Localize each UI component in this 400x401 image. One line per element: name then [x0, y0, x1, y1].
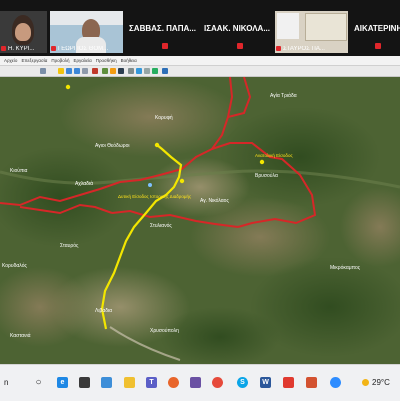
place-label: Χρυσούπολη — [150, 327, 179, 334]
place-label: Κιούπια — [10, 167, 28, 174]
place-label: Λιβάδια — [95, 307, 112, 314]
participant-tile[interactable]: Η. ΚΥΡΙ... — [0, 11, 47, 53]
muted-mic-icon — [375, 43, 381, 49]
muted-mic-icon — [236, 43, 243, 49]
participant-name: ΙΣΑΑΚ. ΝΙΚΟΛΑ... — [204, 23, 270, 33]
menu-item-edit[interactable]: Επεξεργασία — [21, 58, 47, 63]
route-marker[interactable] — [179, 178, 185, 184]
place-label: Βρυσούλα — [255, 172, 278, 179]
chrome-icon[interactable] — [212, 377, 223, 388]
participant-name: ΣΤΑΥΡΟΣ ΠΑ... — [283, 46, 325, 52]
acrobat-icon[interactable] — [283, 377, 294, 388]
participant-tile[interactable]: ΣΤΑΥΡΟΣ ΠΑ... — [275, 11, 348, 53]
menu-item-file[interactable]: Αρχείο — [4, 58, 17, 63]
menu-bar: Αρχείο Επεξεργασία Προβολή Εργαλεία Προσ… — [0, 56, 400, 66]
file-explorer-icon[interactable] — [124, 377, 135, 388]
zoom-icon[interactable] — [330, 377, 341, 388]
email-icon[interactable] — [136, 68, 142, 74]
meeting-video-strip: Η. ΚΥΡΙ... ΓΕΩΡΓΙΟΣ ΘΟΜ... ΣΑΒΒΑΣ. ΠΑΠΑ.… — [0, 0, 400, 56]
menu-item-add[interactable]: Προσθήκη — [96, 58, 117, 63]
skype-icon[interactable]: S — [237, 377, 248, 388]
viber-icon[interactable] — [190, 377, 201, 388]
muted-mic-icon — [161, 43, 168, 49]
menu-item-view[interactable]: Προβολή — [51, 58, 69, 63]
route-marker[interactable] — [148, 183, 152, 187]
edge-icon[interactable]: e — [57, 377, 68, 388]
ruler-icon[interactable] — [128, 68, 134, 74]
hide-sidebar-icon[interactable] — [40, 68, 46, 74]
map-view[interactable]: Αγιοι Θεόδωροι Αχλαδιά Κορυφή Αγία Τριάδ… — [0, 77, 400, 364]
place-label: Αγία Τριάδα — [270, 92, 297, 99]
firefox-icon[interactable] — [168, 377, 179, 388]
participant-name: ΓΕΩΡΓΙΟΣ ΘΟΜ... — [58, 46, 109, 52]
map-toolbar — [0, 66, 400, 77]
record-tour-icon[interactable] — [92, 68, 98, 74]
add-polygon-icon[interactable] — [66, 68, 72, 74]
participant-name: ΣΑΒΒΑΣ. ΠΑΠΑ... — [129, 23, 196, 33]
weather-temperature[interactable]: 29°C — [372, 378, 390, 387]
place-label: Στυλιανός — [150, 222, 172, 229]
place-label: Αχλαδιά — [75, 180, 93, 187]
add-path-icon[interactable] — [74, 68, 80, 74]
view-in-maps-icon[interactable] — [162, 68, 168, 74]
task-view-icon[interactable] — [79, 377, 90, 388]
sun-icon — [362, 379, 369, 386]
place-label: Σταυρός — [60, 242, 79, 249]
add-placemark-icon[interactable] — [58, 68, 64, 74]
participant-name: ΑΙΚΑΤΕΡΙΝΗ... — [354, 23, 400, 33]
participant-tile[interactable]: ΙΣΑΑΚ. ΝΙΚΟΛΑ... — [200, 11, 273, 53]
menu-item-help[interactable]: Βοήθεια — [121, 58, 137, 63]
historical-imagery-icon[interactable] — [102, 68, 108, 74]
mail-icon[interactable] — [101, 377, 112, 388]
print-icon[interactable] — [144, 68, 150, 74]
place-label: Αγιοι Θεόδωροι — [95, 142, 129, 149]
route-marker[interactable] — [65, 84, 71, 90]
route-marker[interactable] — [259, 159, 265, 165]
planets-icon[interactable] — [118, 68, 124, 74]
place-label: Μικρόκαμπος — [330, 264, 361, 271]
search-label[interactable]: n — [4, 378, 8, 387]
teams-icon[interactable]: T — [146, 377, 157, 388]
place-label: Κορυδαλός — [2, 262, 28, 269]
sunlight-icon[interactable] — [110, 68, 116, 74]
menu-item-tools[interactable]: Εργαλεία — [73, 58, 91, 63]
add-overlay-icon[interactable] — [82, 68, 88, 74]
place-label: Καστανιά — [10, 332, 31, 339]
place-label: Κορυφή — [155, 114, 173, 121]
save-image-icon[interactable] — [152, 68, 158, 74]
participant-tile[interactable]: ΑΙΚΑΤΕΡΙΝΗ... — [350, 11, 400, 53]
place-label: Αγ. Νικόλαος — [200, 197, 229, 204]
participant-tile[interactable]: ΣΑΒΒΑΣ. ΠΑΠΑ... — [125, 11, 198, 53]
route-label: Δυτική Είσοδος Ιστορικής Διαδρομής — [118, 193, 192, 199]
route-label: Ανατολική Είσοδος — [255, 152, 293, 158]
powerpoint-icon[interactable] — [306, 377, 317, 388]
search-icon[interactable]: ○ — [33, 377, 44, 388]
windows-taskbar: n ○ e T S W 29°C — [0, 364, 400, 401]
word-icon[interactable]: W — [260, 377, 271, 388]
route-marker[interactable] — [154, 142, 160, 148]
wall-map — [305, 13, 347, 41]
participant-tile[interactable]: ΓΕΩΡΓΙΟΣ ΘΟΜ... — [50, 11, 123, 53]
participant-name: Η. ΚΥΡΙ... — [8, 46, 35, 52]
